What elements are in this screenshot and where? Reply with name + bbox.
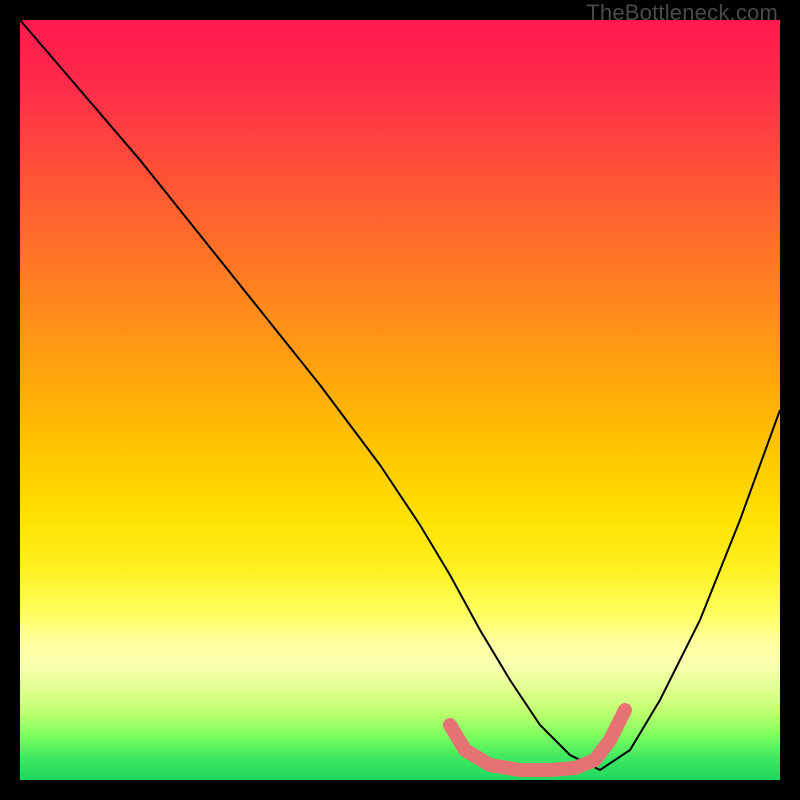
optimal-marker xyxy=(450,710,625,770)
bottleneck-curve xyxy=(20,20,780,770)
curve-layer xyxy=(20,20,780,780)
plot-area xyxy=(20,20,780,780)
chart-container: TheBottleneck.com xyxy=(0,0,800,800)
